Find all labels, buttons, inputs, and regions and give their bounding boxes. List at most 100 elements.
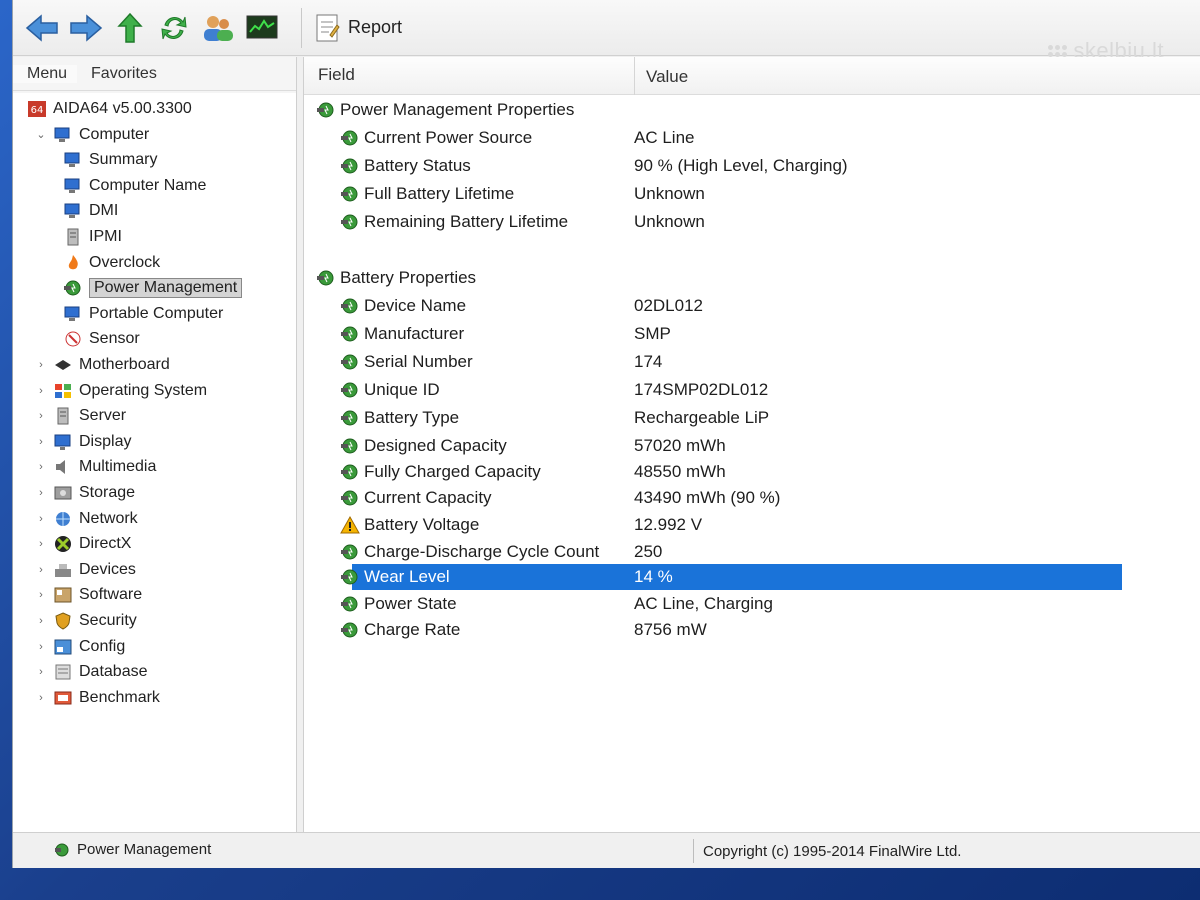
row-value: AC Line, Charging <box>634 594 773 613</box>
row-value: Rechargeable LiP <box>634 408 770 427</box>
tree-item-display[interactable]: › Display <box>35 430 131 454</box>
table-row[interactable]: Power State AC Line, Charging <box>304 591 1200 617</box>
row-field: Manufacturer <box>340 324 464 344</box>
tree-item-benchmark[interactable]: › Benchmark <box>35 686 160 710</box>
tree-item-dmi[interactable]: DMI <box>63 199 118 223</box>
row-field-label: Designed Capacity <box>364 436 507 455</box>
tree-item-label: Server <box>79 407 127 425</box>
tree-item-computer[interactable]: ⌄ Computer <box>35 123 149 147</box>
row-field: Power Management Properties <box>316 100 574 120</box>
forward-button[interactable] <box>67 9 105 47</box>
row-value: Unknown <box>634 184 705 203</box>
tab-favorites[interactable]: Favorites <box>77 65 167 83</box>
table-row[interactable]: Fully Charged Capacity 48550 mWh <box>304 459 1200 485</box>
row-field: Remaining Battery Lifetime <box>340 212 568 232</box>
tree-item-sensor[interactable]: Sensor <box>63 327 140 351</box>
row-field: Wear Level <box>340 567 450 587</box>
table-row[interactable]: Charge-Discharge Cycle Count 250 <box>304 539 1200 565</box>
table-row[interactable]: Battery Type Rechargeable LiP <box>304 405 1200 431</box>
back-button[interactable] <box>23 9 61 47</box>
chevron-right-icon[interactable]: › <box>35 513 47 525</box>
tree-item-software[interactable]: › Software <box>35 583 142 607</box>
column-header-value[interactable]: Value <box>646 67 688 87</box>
tree-item-multimedia[interactable]: › Multimedia <box>35 455 156 479</box>
power-icon <box>340 543 360 561</box>
column-separator[interactable] <box>634 57 635 95</box>
table-row[interactable]: Charge Rate 8756 mW <box>304 617 1200 643</box>
row-value: 8756 mW <box>634 620 707 639</box>
power-icon <box>340 489 360 507</box>
chevron-down-icon[interactable]: ⌄ <box>35 128 47 141</box>
chevron-right-icon[interactable]: › <box>35 410 47 422</box>
tree-item-label: Portable Computer <box>89 304 224 322</box>
row-field: Battery Type <box>340 408 459 428</box>
chevron-right-icon[interactable]: › <box>35 487 47 499</box>
table-row[interactable]: Remaining Battery Lifetime Unknown <box>304 209 1200 235</box>
table-row[interactable]: Wear Level 14 % <box>304 564 1200 590</box>
row-value: 174SMP02DL012 <box>634 380 769 399</box>
security-icon <box>53 612 73 630</box>
tree-item-aida64-v5-00-3300[interactable]: 64 AIDA64 v5.00.3300 <box>27 97 192 121</box>
chevron-right-icon[interactable]: › <box>35 385 47 397</box>
table-row[interactable]: Battery Voltage 12.992 V <box>304 512 1200 538</box>
tree-item-power-management[interactable]: Power Management <box>63 276 243 300</box>
tree-item-portable-computer[interactable]: Portable Computer <box>63 302 223 326</box>
chevron-right-icon[interactable]: › <box>35 436 47 448</box>
chevron-right-icon[interactable]: › <box>35 589 47 601</box>
monitor-button[interactable] <box>243 9 281 47</box>
table-row[interactable]: Designed Capacity 57020 mWh <box>304 433 1200 459</box>
group-header-row[interactable]: Power Management Properties <box>304 97 1200 123</box>
chevron-right-icon[interactable]: › <box>35 359 47 371</box>
software-icon <box>53 586 73 604</box>
tree-item-ipmi[interactable]: IPMI <box>63 225 122 249</box>
group-header-row[interactable]: Battery Properties <box>304 265 1200 291</box>
table-row[interactable]: Full Battery Lifetime Unknown <box>304 181 1200 207</box>
tree-item-label: Motherboard <box>79 356 170 373</box>
users-button[interactable] <box>199 9 237 47</box>
server-icon <box>53 407 73 425</box>
report-icon <box>316 14 340 41</box>
tree-item-directx[interactable]: › DirectX <box>35 532 131 556</box>
tree-item-server[interactable]: › Server <box>35 404 126 428</box>
display-icon <box>53 433 73 451</box>
table-row[interactable]: Device Name 02DL012 <box>304 293 1200 319</box>
tree-item-motherboard[interactable]: › Motherboard <box>35 353 170 377</box>
tree-item-label: Security <box>79 612 137 629</box>
chevron-right-icon[interactable]: › <box>35 538 47 550</box>
row-value: 250 <box>634 542 663 561</box>
table-row[interactable]: Battery Status 90 % (High Level, Charging… <box>304 153 1200 179</box>
tree-item-summary[interactable]: Summary <box>63 148 157 172</box>
tree-item-computer-name[interactable]: Computer Name <box>63 174 206 198</box>
tree-item-database[interactable]: › Database <box>35 660 147 684</box>
chevron-right-icon[interactable]: › <box>35 666 47 678</box>
refresh-button[interactable] <box>155 9 193 47</box>
tree-item-security[interactable]: › Security <box>35 609 137 633</box>
chevron-right-icon[interactable]: › <box>35 692 47 704</box>
tree-item-config[interactable]: › Config <box>35 635 125 659</box>
chevron-right-icon[interactable]: › <box>35 641 47 653</box>
speaker-icon <box>53 458 73 476</box>
tree-item-devices[interactable]: › Devices <box>35 558 136 582</box>
tree-item-storage[interactable]: › Storage <box>35 481 135 505</box>
row-value: SMP <box>634 324 671 343</box>
table-row[interactable]: Serial Number 174 <box>304 349 1200 375</box>
table-row[interactable]: Manufacturer SMP <box>304 321 1200 347</box>
navigation-pane: Menu Favorites 64 AIDA64 v5.00.3300 ⌄ Compu… <box>13 57 297 832</box>
table-row[interactable]: Current Power Source AC Line <box>304 125 1200 151</box>
tree-item-operating-system[interactable]: › Operating System <box>35 379 207 403</box>
table-row[interactable]: Unique ID 174SMP02DL012 <box>304 377 1200 403</box>
tab-menu[interactable]: Menu <box>13 64 78 83</box>
power-icon <box>63 279 83 297</box>
chevron-right-icon[interactable]: › <box>35 461 47 473</box>
tree-item-network[interactable]: › Network <box>35 507 138 531</box>
table-row[interactable]: Current Capacity 43490 mWh (90 %) <box>304 485 1200 511</box>
chevron-right-icon[interactable]: › <box>35 564 47 576</box>
report-button[interactable]: Report <box>314 13 402 43</box>
row-field: Battery Status <box>340 156 471 176</box>
up-button[interactable] <box>111 9 149 47</box>
chevron-right-icon[interactable]: › <box>35 615 47 627</box>
row-field: Charge Rate <box>340 620 460 640</box>
aida-icon: 64 <box>27 100 47 118</box>
tree-item-overclock[interactable]: Overclock <box>63 251 160 275</box>
column-header-field[interactable]: Field <box>318 65 355 85</box>
